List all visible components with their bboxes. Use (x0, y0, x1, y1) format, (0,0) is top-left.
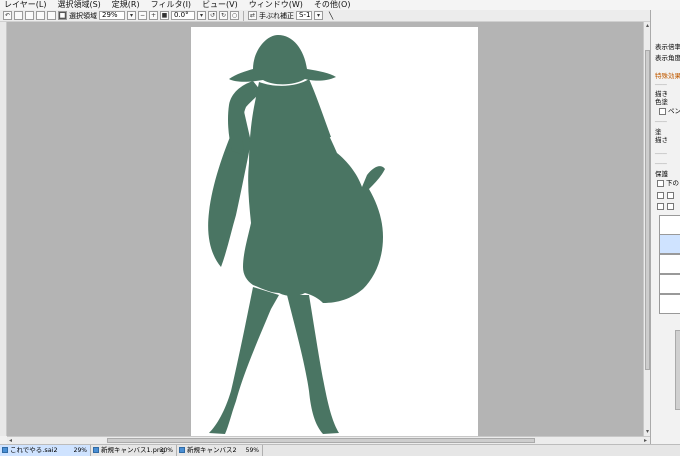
menu-other[interactable]: その他(O) (310, 0, 358, 10)
document-tab-zoom: 30% (159, 447, 173, 454)
horizontal-scrollbar[interactable]: ◂ ▸ (7, 436, 650, 444)
pen-slash-icon[interactable]: ╲ (329, 11, 333, 21)
character-silhouette (208, 35, 385, 434)
workspace[interactable] (7, 22, 650, 436)
effect-item-c: 塗 (655, 128, 662, 136)
tool-icon[interactable] (25, 11, 34, 20)
canvas[interactable] (191, 27, 478, 436)
effects-section[interactable]: 特殊効果 (655, 72, 680, 80)
stabilizer-field[interactable]: S-1 (296, 11, 312, 20)
lower-layer-checkbox[interactable] (657, 180, 664, 187)
disabled-label-1: ─── (655, 118, 667, 126)
layer-item[interactable] (659, 294, 680, 314)
layer-item[interactable] (659, 254, 680, 274)
layer-tool-icon-1[interactable] (657, 203, 664, 210)
selection-label: 選択領域 (69, 11, 97, 20)
effect-item-a: 描き (655, 90, 668, 98)
horizontal-scroll-thumb[interactable] (107, 438, 535, 443)
rotate-field[interactable]: 0.0° (171, 11, 195, 20)
layer-item[interactable] (659, 274, 680, 294)
document-tab[interactable]: これでやる.sai2 29% (0, 445, 91, 456)
scroll-left-icon[interactable]: ◂ (7, 437, 14, 444)
zoom-reset-icon[interactable]: ■ (160, 11, 169, 20)
zoom-dropdown-icon[interactable]: ▾ (127, 11, 136, 20)
layer-item[interactable] (659, 215, 680, 235)
menu-selection[interactable]: 選択領域(S) (53, 0, 107, 10)
invert-selection-icon[interactable] (47, 11, 56, 20)
scroll-right-icon[interactable]: ▸ (642, 437, 649, 444)
menu-ruler[interactable]: 定規(R) (108, 0, 147, 10)
toolbar: ↶ ■ 選択領域 29% ▾ − + ■ 0.0° ▾ ↺ ↻ ○ ⇄ 手ぶれ補… (0, 10, 650, 22)
undo-icon[interactable]: ↶ (3, 11, 12, 20)
panel-scrollbar[interactable] (675, 330, 680, 410)
zoom-out-icon[interactable]: − (138, 11, 147, 20)
effect-item-d: 描さ (655, 136, 668, 144)
file-icon (93, 447, 99, 453)
toolbar-separator (243, 10, 244, 21)
pen-checkbox[interactable] (659, 108, 666, 115)
effect-item-b: 色塗 (655, 98, 668, 106)
deselect-icon[interactable] (36, 11, 45, 20)
new-layer-icon[interactable] (657, 192, 664, 199)
selection-toggle-icon[interactable]: ■ (58, 11, 67, 20)
document-tab-label: 新規キャンバス1.png (101, 446, 166, 454)
file-icon (2, 447, 8, 453)
menu-bar: レイヤー(L) 選択領域(S) 定規(R) フィルタ(I) ビュー(V) ウィン… (0, 0, 680, 10)
document-tab-label: 新規キャンバス2 (187, 446, 237, 454)
menu-filter[interactable]: フィルタ(I) (147, 0, 198, 10)
zoom-field[interactable]: 29% (99, 11, 125, 20)
canvas-icon[interactable] (14, 11, 23, 20)
view-zoom-label: 表示倍率 (655, 43, 680, 51)
rotate-right-icon[interactable]: ↻ (219, 11, 228, 20)
lower-layer-label: 下のレ (666, 179, 680, 187)
rotate-dropdown-icon[interactable]: ▾ (197, 11, 206, 20)
left-edge-panel (0, 22, 7, 436)
document-tab-label: これでやる.sai2 (10, 446, 58, 454)
new-folder-icon[interactable] (667, 192, 674, 199)
layer-item-selected[interactable] (659, 234, 680, 254)
file-icon (179, 447, 185, 453)
stabilizer-label: 手ぶれ補正 (259, 11, 294, 20)
stabilizer-dropdown-icon[interactable]: ▾ (314, 11, 323, 20)
document-tab-zoom: 29% (73, 447, 87, 454)
disabled-label-2: ─── (655, 150, 667, 158)
protect-label: 保護 (655, 170, 668, 178)
vertical-scrollbar[interactable]: ▴ ▾ (643, 22, 650, 436)
pen-label: ペン (668, 107, 680, 115)
document-tab[interactable]: 新規キャンバス1.png 30% (91, 445, 177, 456)
right-panel: 表示倍率 表示角度 特殊効果 ─── 描き 色塗 ペン ─── 塗 描さ ───… (650, 10, 680, 444)
document-tab-zoom: 59% (245, 447, 259, 454)
layer-tool-icon-2[interactable] (667, 203, 674, 210)
rotate-reset-icon[interactable]: ○ (230, 11, 239, 20)
menu-window[interactable]: ウィンドウ(W) (245, 0, 310, 10)
disabled-label-3: ─── (655, 160, 667, 168)
flip-icon[interactable]: ⇄ (248, 11, 257, 20)
rotate-left-icon[interactable]: ↺ (208, 11, 217, 20)
menu-layer[interactable]: レイヤー(L) (0, 0, 53, 10)
zoom-in-icon[interactable]: + (149, 11, 158, 20)
document-tabs: これでやる.sai2 29% 新規キャンバス1.png 30% 新規キャンバス2… (0, 444, 680, 456)
document-tab[interactable]: 新規キャンバス2 59% (177, 445, 263, 456)
view-angle-label: 表示角度 (655, 54, 680, 62)
menu-view[interactable]: ビュー(V) (198, 0, 245, 10)
effects-disabled-label: ─── (655, 81, 667, 89)
